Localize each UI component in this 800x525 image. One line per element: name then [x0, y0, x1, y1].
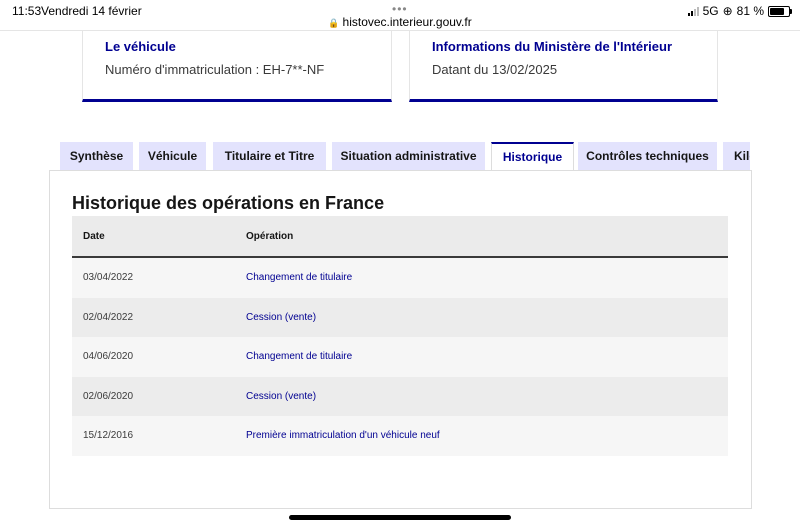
table-row: 02/06/2020 Cession (vente) — [72, 376, 728, 417]
row-date: 02/04/2022 — [83, 311, 134, 323]
history-table: Date Opération 03/04/2022 Changement de … — [72, 216, 728, 456]
row-operation: Changement de titulaire — [246, 272, 353, 283]
row-operation: Première immatriculation d'un véhicule n… — [246, 430, 440, 442]
data-date: Datant du 13/02/2025 — [432, 62, 558, 77]
more-options-icon[interactable]: ••• — [392, 2, 408, 16]
table-row: 03/04/2022 Changement de titulaire — [72, 258, 728, 298]
row-operation: Cession (vente) — [246, 311, 317, 323]
ministry-card-title: Informations du Ministère de l'Intérieur — [432, 39, 673, 54]
row-operation: Changement de titulaire — [246, 351, 353, 363]
tab-vehicule[interactable]: Véhicule — [139, 142, 206, 170]
table-row: 04/06/2020 Changement de titulaire — [72, 337, 728, 377]
tab-historique[interactable]: Historique — [491, 142, 574, 171]
column-header-date: Date — [83, 231, 105, 242]
column-header-operation: Opération — [246, 231, 294, 242]
row-date: 04/06/2020 — [83, 351, 134, 363]
tab-kilometrage[interactable]: Kilométrage — [723, 142, 750, 170]
battery-percent: 81 % — [736, 4, 764, 18]
network-label: 5G — [702, 4, 719, 18]
ministry-info-card: Informations du Ministère de l'Intérieur… — [409, 31, 718, 102]
orientation-lock-icon: ⊕ — [722, 4, 733, 18]
tab-synthese[interactable]: Synthèse — [60, 142, 133, 170]
tab-controles-techniques[interactable]: Contrôles techniques — [578, 142, 717, 170]
row-date: 15/12/2016 — [83, 430, 134, 442]
vehicle-card: Le véhicule Numéro d'immatriculation : E… — [82, 31, 392, 102]
vehicle-card-title: Le véhicule — [105, 39, 176, 54]
registration-number: Numéro d'immatriculation : EH-7**-NF — [105, 62, 325, 77]
row-date: 03/04/2022 — [83, 272, 134, 283]
status-indicators: 5G ⊕ 81 % — [687, 4, 792, 18]
battery-icon — [768, 5, 792, 17]
table-header: Date Opération — [72, 216, 728, 258]
address-bar[interactable]: 🔒 histovec.interieur.gouv.fr — [0, 15, 800, 29]
tab-titulaire[interactable]: Titulaire et Titre — [213, 142, 326, 170]
table-row: 15/12/2016 Première immatriculation d'un… — [72, 416, 728, 456]
table-row: 02/04/2022 Cession (vente) — [72, 297, 728, 338]
lock-icon: 🔒 — [328, 18, 340, 28]
home-indicator[interactable] — [289, 515, 511, 520]
row-date: 02/06/2020 — [83, 390, 134, 402]
tab-bar: Synthèse Véhicule Titulaire et Titre Sit… — [60, 142, 750, 171]
url-text: histovec.interieur.gouv.fr — [342, 15, 472, 29]
history-title: Historique des opérations en France — [72, 193, 385, 213]
row-operation: Cession (vente) — [246, 390, 317, 402]
signal-icon — [687, 6, 699, 16]
tab-situation-administrative[interactable]: Situation administrative — [332, 142, 485, 170]
status-bar: 11:53 Vendredi 14 février ••• 🔒 histovec.… — [0, 0, 800, 30]
